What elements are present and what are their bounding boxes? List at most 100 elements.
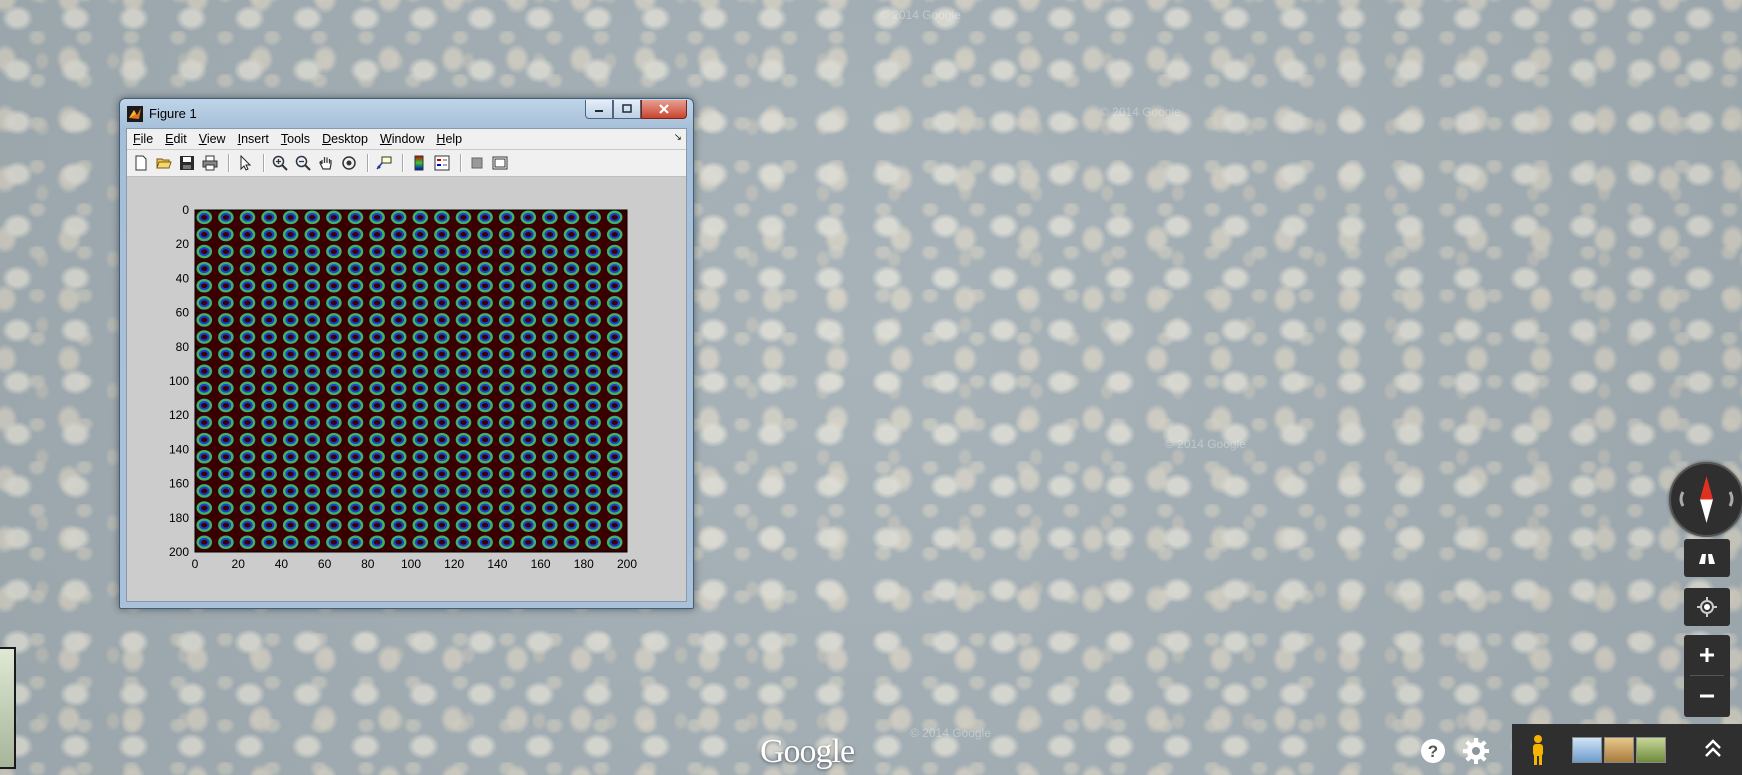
x-tick-label: 60	[318, 557, 332, 571]
rotate-3d-button[interactable]	[339, 153, 359, 173]
save-icon	[180, 156, 194, 170]
menu-file[interactable]: File	[127, 132, 159, 146]
menu-window[interactable]: Window	[374, 132, 430, 146]
toolbar-separator	[367, 154, 369, 172]
menu-help[interactable]: Help	[430, 132, 468, 146]
data-cursor-icon	[376, 156, 392, 170]
settings-button[interactable]	[1461, 736, 1491, 766]
rotate-3d-icon	[342, 156, 356, 170]
y-tick-label: 80	[176, 340, 190, 354]
menu-tools[interactable]: Tools	[275, 132, 316, 146]
x-tick-label: 80	[361, 557, 375, 571]
dock-figure-icon[interactable]: ↘	[674, 132, 682, 143]
x-tick-label: 100	[401, 557, 421, 571]
select-arrow-icon	[240, 155, 252, 171]
x-tick-label: 20	[232, 557, 246, 571]
menu-desktop[interactable]: Desktop	[316, 132, 374, 146]
data-cursor-button[interactable]	[374, 153, 394, 173]
imagery-thumbnail-field[interactable]	[1636, 737, 1666, 763]
save-button[interactable]	[177, 153, 197, 173]
compass-control[interactable]	[1669, 462, 1742, 537]
zoom-in-map-button[interactable]	[1684, 635, 1730, 675]
show-plot-tools-icon	[492, 156, 508, 170]
y-tick-label: 100	[169, 374, 189, 388]
pegman-icon[interactable]	[1528, 734, 1548, 766]
heatmap-background	[195, 210, 627, 552]
map-watermark: © 2014 Google	[1100, 105, 1181, 119]
y-tick-label: 180	[169, 511, 189, 525]
y-tick-label: 0	[182, 203, 189, 217]
toolbar-separator	[402, 154, 404, 172]
hide-plot-tools-icon	[471, 157, 483, 169]
menu-edit[interactable]: Edit	[159, 132, 193, 146]
menu-view[interactable]: View	[193, 132, 232, 146]
x-tick-label: 200	[617, 557, 637, 571]
help-icon: ?	[1421, 739, 1445, 763]
x-tick-label: 120	[444, 557, 464, 571]
select-arrow-button[interactable]	[235, 153, 255, 173]
pan-button[interactable]	[316, 153, 336, 173]
bottom-control-bar	[1512, 724, 1742, 775]
legend-button[interactable]	[432, 153, 452, 173]
pan-hand-icon	[319, 157, 332, 170]
new-figure-icon	[135, 155, 147, 171]
minimize-icon	[595, 110, 603, 112]
matlab-figure-window[interactable]: Figure 1 File Edit View Insert Tools Des…	[119, 98, 694, 609]
imagery-thumbnail-sky[interactable]	[1572, 737, 1602, 763]
toolbar-separator	[263, 154, 265, 172]
my-location-button[interactable]	[1684, 588, 1730, 626]
maximize-button[interactable]	[613, 100, 641, 119]
title-bar[interactable]: Figure 1	[120, 99, 693, 127]
tilt-view-icon	[1699, 554, 1715, 564]
y-tick-label: 60	[176, 306, 190, 320]
heatmap-plot[interactable]: 0 20 40 60 80 100 120 140 160 180 2000204060801001…	[127, 177, 686, 599]
figure-client-area: File Edit View Insert Tools Desktop Wind…	[126, 128, 687, 602]
legend-icon	[434, 155, 450, 171]
gear-icon	[1463, 738, 1489, 764]
figure-toolbar	[127, 150, 686, 177]
show-plot-tools-button[interactable]	[490, 153, 510, 173]
x-tick-label: 160	[531, 557, 551, 571]
zoom-out-minus-icon	[1700, 694, 1714, 698]
imagery-thumbnail-desert[interactable]	[1604, 737, 1634, 763]
toolbar-separator	[460, 154, 462, 172]
y-tick-label: 200	[169, 545, 189, 559]
hide-plot-tools-button[interactable]	[467, 153, 487, 173]
maximize-icon	[622, 104, 632, 113]
expand-up-icon[interactable]	[1703, 738, 1723, 760]
window-title: Figure 1	[149, 106, 197, 121]
close-button[interactable]	[641, 100, 687, 119]
figure-canvas[interactable]: 0 20 40 60 80 100 120 140 160 180 200 0 20 40 60 80 100 1…	[127, 177, 686, 601]
zoom-in-button[interactable]	[270, 153, 290, 173]
tilt-button[interactable]	[1684, 539, 1730, 577]
colorbar-button[interactable]	[409, 153, 429, 173]
print-button[interactable]	[200, 153, 220, 173]
zoom-in-icon	[272, 155, 288, 171]
svg-text:?: ?	[1428, 742, 1438, 761]
close-icon	[659, 104, 669, 114]
y-tick-label: 40	[176, 271, 190, 285]
print-icon	[202, 155, 218, 171]
menu-insert[interactable]: Insert	[232, 132, 275, 146]
matlab-logo-icon	[127, 106, 143, 122]
menu-bar: File Edit View Insert Tools Desktop Wind…	[127, 129, 686, 150]
y-tick-label: 120	[169, 408, 189, 422]
new-figure-button[interactable]	[131, 153, 151, 173]
y-tick-label: 160	[169, 477, 189, 491]
map-watermark: © 2014 Google	[1165, 437, 1246, 451]
y-tick-label: 140	[169, 442, 189, 456]
open-file-button[interactable]	[154, 153, 174, 173]
zoom-out-map-button[interactable]	[1684, 676, 1730, 716]
map-thumbnail-edge[interactable]	[0, 647, 16, 769]
y-tick-label: 20	[176, 237, 190, 251]
zoom-out-button[interactable]	[293, 153, 313, 173]
open-file-icon	[156, 158, 172, 169]
zoom-control	[1684, 635, 1730, 717]
compass-icon	[1679, 476, 1734, 523]
minimize-button[interactable]	[585, 100, 613, 119]
google-logo: Google	[760, 733, 855, 770]
toolbar-separator	[228, 154, 230, 172]
help-button[interactable]: ?	[1419, 737, 1447, 765]
map-watermark: © 2014 Google	[880, 8, 961, 22]
x-tick-label: 140	[487, 557, 507, 571]
